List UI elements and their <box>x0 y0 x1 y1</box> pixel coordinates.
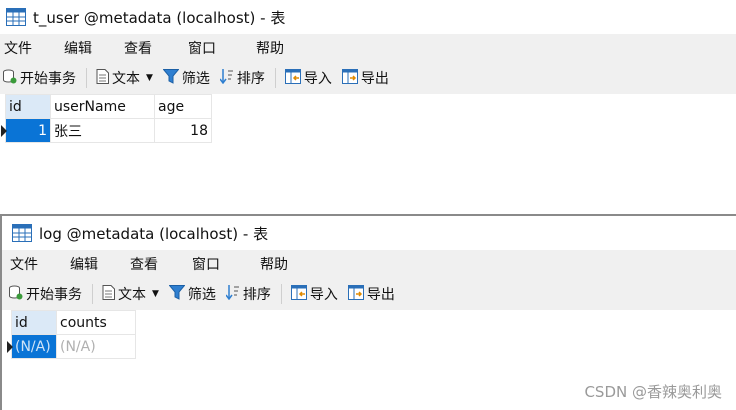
menu-window[interactable]: 窗口 <box>190 254 258 274</box>
sort-icon <box>225 284 240 304</box>
export-button[interactable]: 导出 <box>347 284 395 304</box>
row-marker-header <box>6 310 12 335</box>
document-icon <box>102 284 115 304</box>
menu-view[interactable]: 查看 <box>122 38 186 58</box>
column-header-id[interactable]: id <box>5 94 51 119</box>
import-icon <box>290 284 307 304</box>
toolbar: 开始事务 文本 ▼ 筛选 排序 导入 导出 <box>2 278 736 310</box>
table-icon <box>6 8 26 26</box>
sort-label: 排序 <box>236 71 265 87</box>
menu-help[interactable]: 帮助 <box>254 38 316 58</box>
column-header-age[interactable]: age <box>154 94 212 119</box>
cell-counts[interactable]: (N/A) <box>56 334 136 359</box>
toolbar-separator <box>274 68 276 88</box>
begin-transaction-button[interactable]: 开始事务 <box>8 284 82 304</box>
export-button[interactable]: 导出 <box>341 68 389 88</box>
export-label: 导出 <box>366 287 395 303</box>
log-table-window: log @metadata (localhost) - 表 文件 编辑 查看 窗… <box>0 214 736 410</box>
sort-icon <box>219 68 234 88</box>
column-header-id[interactable]: id <box>11 310 57 335</box>
export-label: 导出 <box>360 71 389 87</box>
toolbar-separator <box>92 284 93 304</box>
database-icon <box>2 69 17 88</box>
import-label: 导入 <box>303 71 332 87</box>
begin-transaction-label: 开始事务 <box>26 287 82 303</box>
cell-id[interactable]: (N/A) <box>11 334 57 359</box>
import-button[interactable]: 导入 <box>290 284 338 304</box>
table-icon <box>12 224 32 242</box>
menu-file[interactable]: 文件 <box>0 38 62 58</box>
watermark: CSDN @香辣奥利奥 <box>584 383 722 401</box>
text-button[interactable]: 文本 ▼ <box>96 68 153 88</box>
database-icon <box>8 285 23 304</box>
toolbar: 开始事务 文本 ▼ 筛选 排序 导入 导出 <box>0 62 736 94</box>
title-bar: log @metadata (localhost) - 表 <box>2 216 736 250</box>
data-grid: id counts (N/A) (N/A) <box>6 310 136 359</box>
table-row[interactable]: 1 张三 18 <box>0 118 212 143</box>
filter-button[interactable]: 筛选 <box>168 284 216 304</box>
cell-id[interactable]: 1 <box>5 118 51 143</box>
current-row-marker-icon <box>0 118 7 143</box>
menu-edit[interactable]: 编辑 <box>68 254 128 274</box>
begin-transaction-button[interactable]: 开始事务 <box>2 68 76 88</box>
window-title: log @metadata (localhost) - 表 <box>39 224 269 243</box>
current-row-marker-icon <box>6 334 13 359</box>
column-header-username[interactable]: userName <box>50 94 155 119</box>
menu-view[interactable]: 查看 <box>128 254 190 274</box>
menu-bar: 文件 编辑 查看 窗口 帮助 <box>0 34 736 62</box>
table-row[interactable]: (N/A) (N/A) <box>6 334 136 359</box>
menu-bar: 文件 编辑 查看 窗口 帮助 <box>2 250 736 278</box>
sort-button[interactable]: 排序 <box>219 68 265 88</box>
import-label: 导入 <box>309 287 338 303</box>
text-label: 文本 <box>112 71 140 87</box>
filter-label: 筛选 <box>181 71 210 87</box>
t-user-table-window: t_user @metadata (localhost) - 表 文件 编辑 查… <box>0 0 736 212</box>
menu-window[interactable]: 窗口 <box>186 38 254 58</box>
chevron-down-icon[interactable]: ▼ <box>146 73 153 83</box>
filter-icon <box>168 284 186 304</box>
export-icon <box>347 284 364 304</box>
import-button[interactable]: 导入 <box>284 68 332 88</box>
window-title: t_user @metadata (localhost) - 表 <box>33 8 286 27</box>
data-grid: id userName age 1 张三 18 <box>0 94 212 143</box>
filter-button[interactable]: 筛选 <box>162 68 210 88</box>
row-marker-header <box>0 94 6 119</box>
document-icon <box>96 68 109 88</box>
title-bar: t_user @metadata (localhost) - 表 <box>0 0 736 34</box>
filter-icon <box>162 68 180 88</box>
cell-age[interactable]: 18 <box>154 118 212 143</box>
menu-file[interactable]: 文件 <box>2 254 68 274</box>
menu-edit[interactable]: 编辑 <box>62 38 122 58</box>
sort-label: 排序 <box>242 287 271 303</box>
text-label: 文本 <box>118 287 146 303</box>
toolbar-separator <box>280 284 282 304</box>
menu-help[interactable]: 帮助 <box>258 254 320 274</box>
column-header-counts[interactable]: counts <box>56 310 136 335</box>
filter-label: 筛选 <box>187 287 216 303</box>
toolbar-separator <box>86 68 87 88</box>
chevron-down-icon[interactable]: ▼ <box>152 289 159 299</box>
export-icon <box>341 68 358 88</box>
text-button[interactable]: 文本 ▼ <box>102 284 159 304</box>
sort-button[interactable]: 排序 <box>225 284 271 304</box>
cell-username[interactable]: 张三 <box>50 118 155 143</box>
import-icon <box>284 68 301 88</box>
begin-transaction-label: 开始事务 <box>20 71 76 87</box>
